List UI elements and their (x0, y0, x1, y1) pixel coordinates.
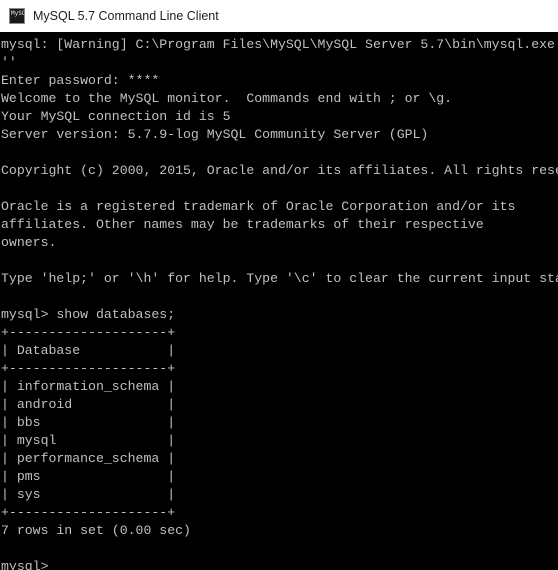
console-line: | bbs | (1, 415, 176, 430)
console-line: | mysql | (1, 433, 176, 448)
console-line: +--------------------+ (1, 325, 176, 340)
console-line: +--------------------+ (1, 505, 176, 520)
console-output-area[interactable]: mysql: [Warning] C:\Program Files\MySQL\… (0, 32, 558, 570)
console-line: | android | (1, 397, 176, 412)
console-line: Enter password: **** (1, 73, 160, 88)
app-icon-label: MySQL (11, 10, 24, 17)
mysql-client-window: MySQL MySQL 5.7 Command Line Client mysq… (0, 0, 558, 570)
console-text: mysql: [Warning] C:\Program Files\MySQL\… (0, 32, 558, 570)
window-title: MySQL 5.7 Command Line Client (33, 9, 219, 23)
console-line: mysql> show databases; (1, 307, 176, 322)
console-line: Your MySQL connection id is 5 (1, 109, 231, 124)
console-line: | performance_schema | (1, 451, 176, 466)
console-line: Server version: 5.7.9-log MySQL Communit… (1, 127, 429, 142)
console-prompt-line[interactable]: mysql> (1, 558, 558, 570)
console-line: '' (1, 55, 17, 70)
console-line: mysql: [Warning] C:\Program Files\MySQL\… (1, 37, 558, 52)
console-line: Type 'help;' or '\h' for help. Type '\c'… (1, 271, 558, 286)
console-line: | information_schema | (1, 379, 176, 394)
console-line: +--------------------+ (1, 361, 176, 376)
console-line: owners. (1, 235, 57, 250)
mysql-console-icon[interactable]: MySQL (9, 8, 25, 24)
console-line: Oracle is a registered trademark of Orac… (1, 199, 516, 214)
console-line: | pms | (1, 469, 176, 484)
console-line: | sys | (1, 487, 176, 502)
console-line: 7 rows in set (0.00 sec) (1, 523, 191, 538)
console-line: affiliates. Other names may be trademark… (1, 217, 484, 232)
title-bar[interactable]: MySQL MySQL 5.7 Command Line Client (0, 0, 558, 32)
console-line: Copyright (c) 2000, 2015, Oracle and/or … (1, 163, 558, 178)
console-line: | Database | (1, 343, 176, 358)
console-line: Welcome to the MySQL monitor. Commands e… (1, 91, 453, 106)
